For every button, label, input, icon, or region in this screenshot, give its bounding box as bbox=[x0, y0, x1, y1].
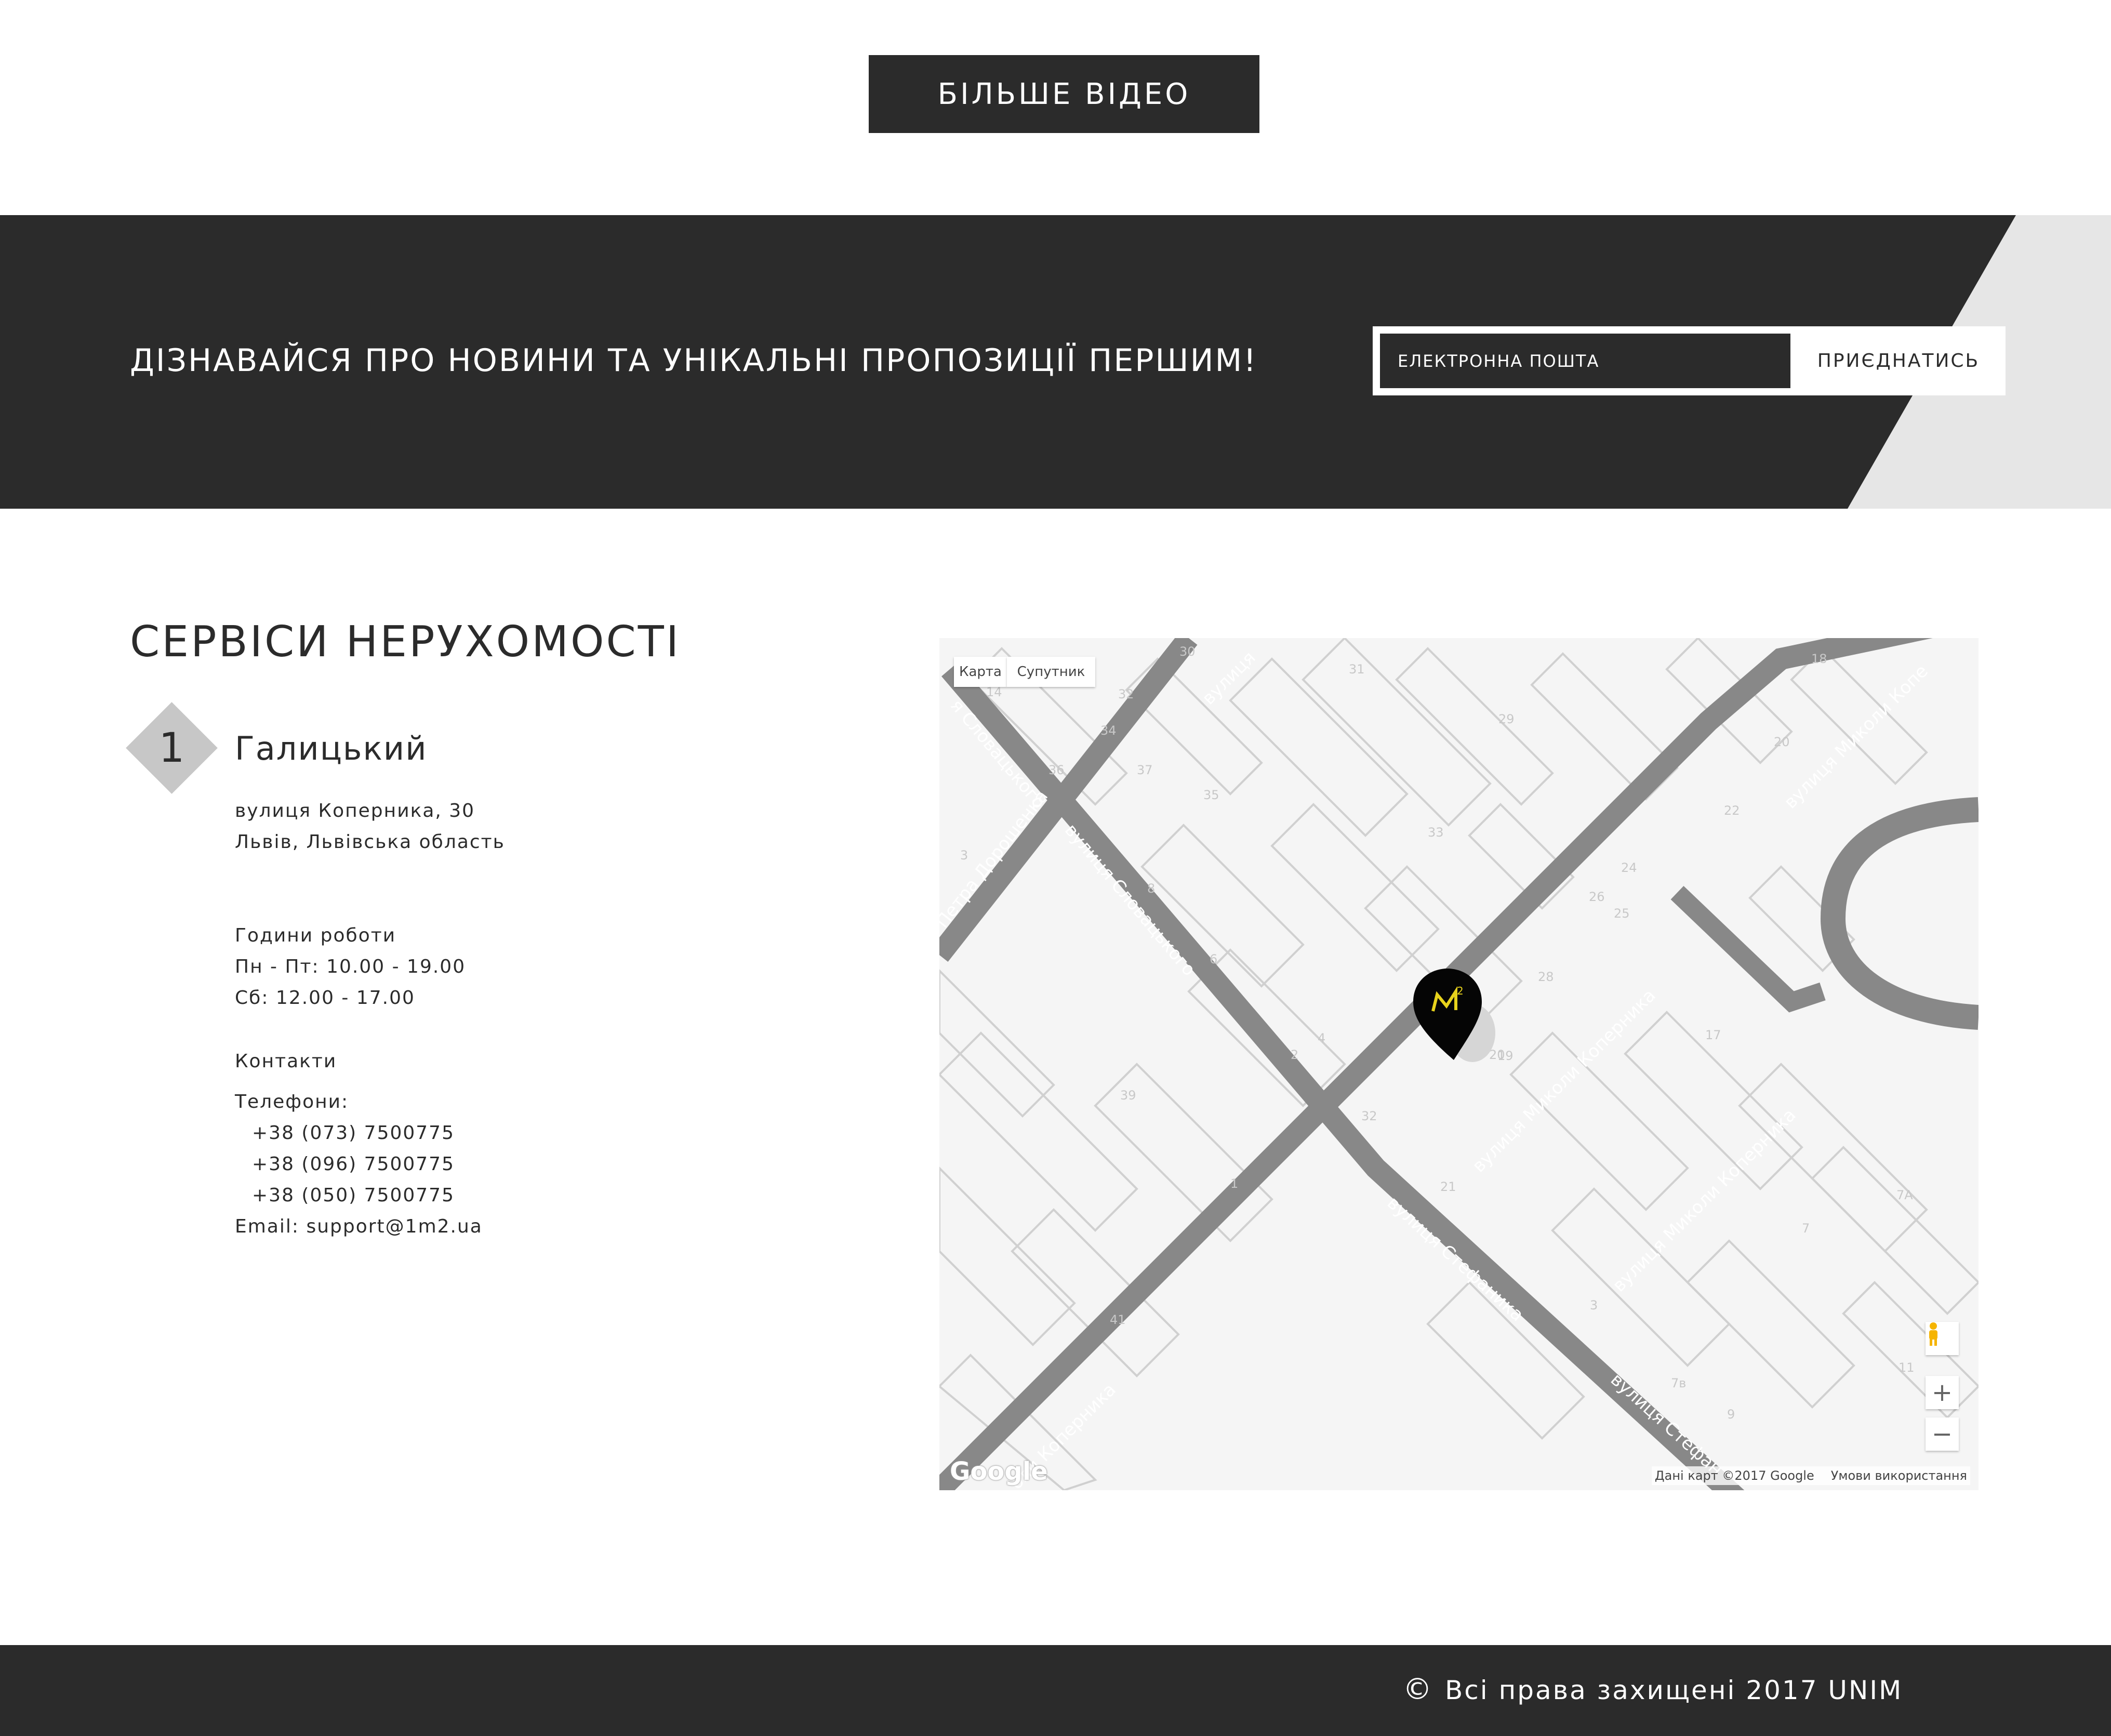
svg-text:18: 18 bbox=[1811, 652, 1827, 666]
zoom-in-button[interactable]: + bbox=[1926, 1376, 1959, 1409]
svg-text:20: 20 bbox=[1774, 735, 1790, 749]
newsletter-title: ДІЗНАВАЙСЯ ПРО НОВИНИ ТА УНІКАЛЬНІ ПРОПО… bbox=[130, 342, 1258, 379]
svg-text:31: 31 bbox=[1349, 662, 1365, 677]
svg-text:22: 22 bbox=[1724, 803, 1740, 818]
phone-number[interactable]: +38 (050) 7500775 bbox=[252, 1186, 455, 1205]
svg-text:28: 28 bbox=[1538, 970, 1554, 984]
office-number: 1 bbox=[158, 724, 185, 772]
street-view-pegman-icon[interactable] bbox=[1926, 1322, 1959, 1355]
svg-text:7в: 7в bbox=[1671, 1376, 1686, 1390]
svg-text:2: 2 bbox=[1291, 1048, 1298, 1062]
street-label: вулиця bbox=[1198, 647, 1260, 709]
svg-text:39: 39 bbox=[1120, 1088, 1136, 1103]
address-line-1: вулиця Коперника, 30 bbox=[235, 800, 475, 821]
svg-text:21: 21 bbox=[1440, 1180, 1456, 1194]
section-title: СЕРВІСИ НЕРУХОМОСТІ bbox=[130, 617, 681, 667]
street-curve bbox=[1820, 797, 1979, 1030]
join-button[interactable]: ПРИЄДНАТИСЬ bbox=[1799, 334, 1998, 388]
newsletter-band: ДІЗНАВАЙСЯ ПРО НОВИНИ ТА УНІКАЛЬНІ ПРОПО… bbox=[0, 215, 2111, 509]
svg-text:2: 2 bbox=[1457, 985, 1464, 997]
street-label: Петра Дорошенка bbox=[939, 786, 1052, 932]
svg-text:32: 32 bbox=[1361, 1109, 1377, 1123]
svg-text:6: 6 bbox=[1210, 952, 1217, 966]
phone-number[interactable]: +38 (096) 7500775 bbox=[252, 1155, 455, 1174]
copyright-text: Всі права захищені 2017 UNIM bbox=[1445, 1675, 1903, 1705]
street-label: вулиця Миколи Копе bbox=[1780, 661, 1932, 813]
map-data-credit: Дані карт ©2017 Google bbox=[1654, 1468, 1814, 1483]
svg-text:8: 8 bbox=[1147, 881, 1155, 896]
svg-text:24: 24 bbox=[1621, 860, 1637, 875]
svg-text:9: 9 bbox=[1727, 1407, 1735, 1422]
copyright-symbol: © bbox=[1403, 1673, 1433, 1706]
street-side bbox=[1670, 885, 1826, 1013]
email-contact[interactable]: Email: support@1m2.ua bbox=[235, 1217, 483, 1236]
svg-text:3: 3 bbox=[1590, 1298, 1598, 1313]
phones-heading: Телефони: bbox=[235, 1091, 349, 1112]
map-type-satellite-button[interactable]: Супутник bbox=[1007, 657, 1095, 687]
svg-text:35: 35 bbox=[1203, 788, 1219, 802]
svg-text:17: 17 bbox=[1705, 1028, 1721, 1042]
svg-text:41: 41 bbox=[1110, 1313, 1126, 1327]
svg-text:3: 3 bbox=[960, 848, 968, 863]
map-terms-link[interactable]: Умови використання bbox=[1831, 1468, 1967, 1483]
street-label: вулиця Миколи Коперника bbox=[1468, 985, 1660, 1177]
svg-text:14: 14 bbox=[986, 685, 1002, 699]
hours-heading: Години роботи bbox=[235, 925, 396, 946]
svg-text:30: 30 bbox=[1179, 644, 1196, 659]
svg-text:7: 7 bbox=[1802, 1221, 1810, 1236]
svg-text:26: 26 bbox=[1589, 890, 1605, 904]
email-input[interactable] bbox=[1380, 334, 1790, 388]
svg-text:25: 25 bbox=[1614, 906, 1630, 921]
svg-text:4: 4 bbox=[1318, 1031, 1325, 1045]
svg-text:33: 33 bbox=[1428, 825, 1444, 840]
map-type-map-button[interactable]: Карта bbox=[954, 657, 1007, 687]
street-label: вулиця Словацького bbox=[1060, 820, 1200, 980]
svg-text:36: 36 bbox=[1048, 763, 1065, 777]
svg-text:29: 29 bbox=[1498, 712, 1515, 726]
svg-text:37: 37 bbox=[1137, 763, 1153, 777]
map-pin-logo-icon[interactable]: 2 bbox=[1413, 969, 1495, 1062]
hours-saturday: Сб: 12.00 - 17.00 bbox=[235, 987, 415, 1009]
street-label: вулиця Стефаника bbox=[1383, 1192, 1528, 1326]
svg-text:32: 32 bbox=[1118, 687, 1134, 701]
more-video-button[interactable]: БІЛЬШЕ ВІДЕО bbox=[869, 55, 1259, 133]
hours-weekdays: Пн - Пт: 10.00 - 19.00 bbox=[235, 956, 466, 977]
svg-text:1: 1 bbox=[1230, 1176, 1238, 1191]
address-line-2: Львів, Львівська область bbox=[235, 831, 505, 853]
svg-text:7А: 7А bbox=[1896, 1188, 1913, 1202]
footer: © Всі права захищені 2017 UNIM bbox=[0, 1645, 2111, 1736]
map-canvas: 303118 14 3229 3436 37 352022 3338 242625 … bbox=[939, 638, 1979, 1490]
phone-number[interactable]: +38 (073) 7500775 bbox=[252, 1124, 455, 1143]
svg-text:34: 34 bbox=[1100, 723, 1117, 738]
svg-text:11: 11 bbox=[1898, 1360, 1915, 1375]
office-name: Галицький bbox=[235, 730, 428, 767]
zoom-out-button[interactable]: − bbox=[1926, 1417, 1959, 1451]
google-logo: Google bbox=[950, 1457, 1048, 1486]
contacts-heading: Контакти bbox=[235, 1051, 337, 1072]
svg-text:20: 20 bbox=[1489, 1048, 1505, 1062]
street-label: вулиця Стефан bbox=[1607, 1369, 1727, 1480]
map[interactable]: 30 31 18 14 32 29 34 36 37 35 20 22 33 3 8 24 26 25 … bbox=[939, 638, 1979, 1490]
copyright: © Всі права захищені 2017 UNIM bbox=[1403, 1675, 1903, 1704]
map-attribution: Дані карт ©2017 Google Умови використанн… bbox=[1651, 1466, 1970, 1485]
subscribe-form: ПРИЄДНАТИСЬ bbox=[1373, 326, 2006, 395]
